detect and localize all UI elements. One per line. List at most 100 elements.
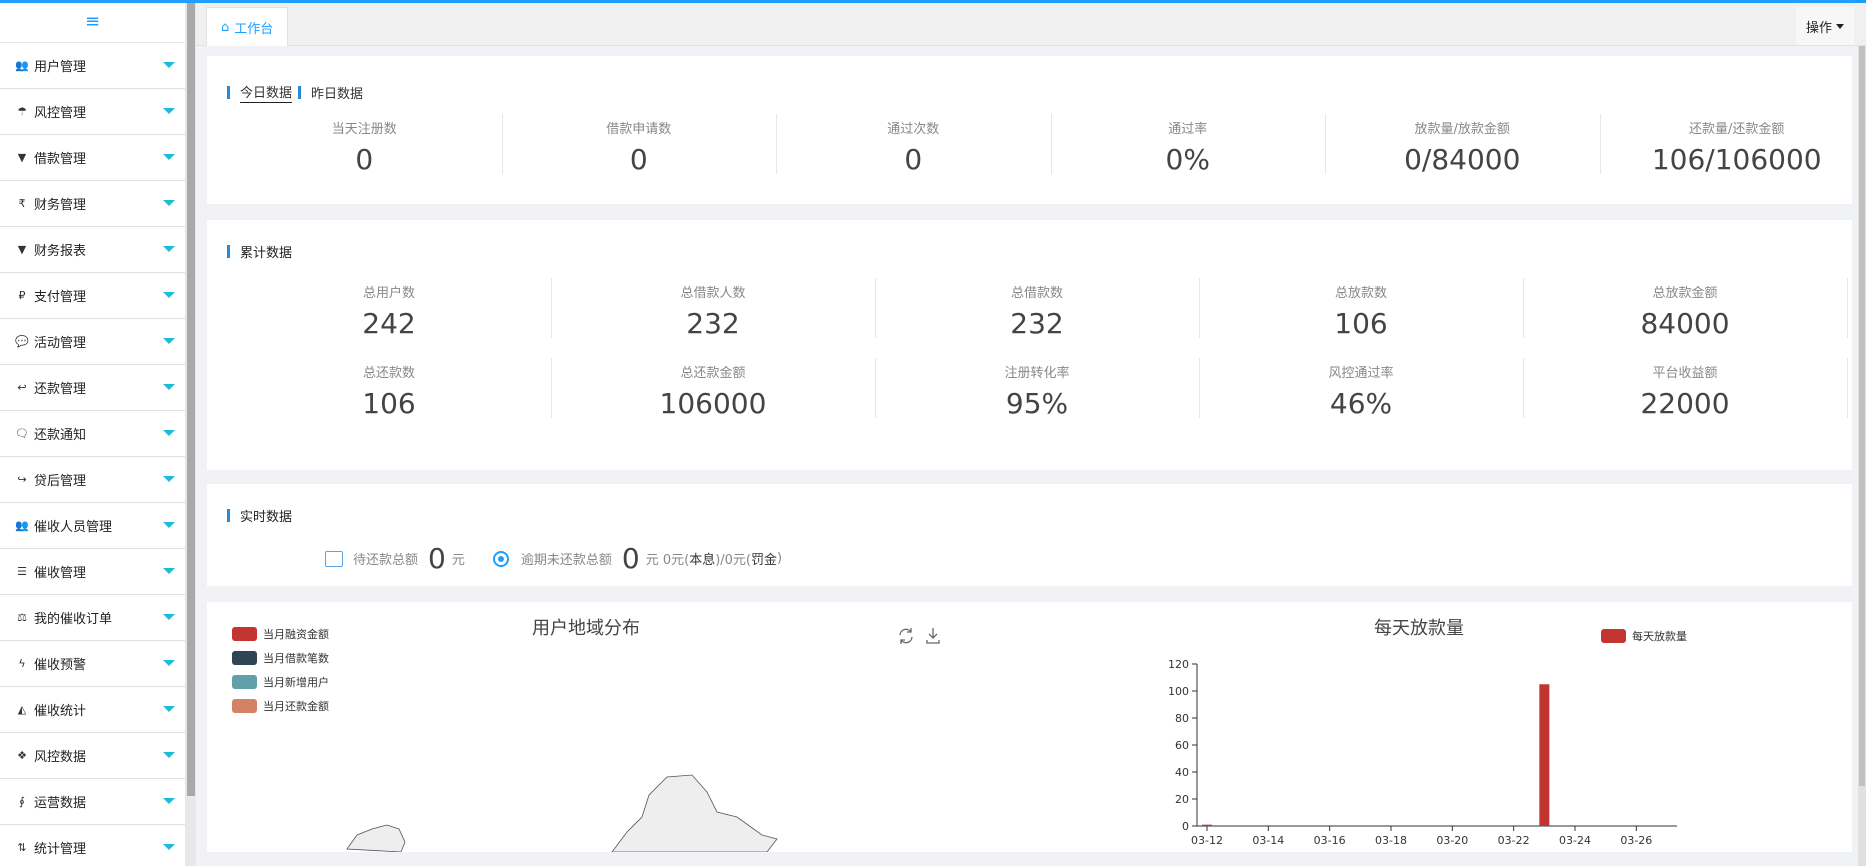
sidebar-item[interactable]: ∮ 运营数据 xyxy=(0,779,185,825)
cumulative-stat: 总借款数 232 xyxy=(875,282,1199,340)
sidebar-item[interactable]: ▼ 借款管理 xyxy=(0,135,185,181)
map-toolbox xyxy=(899,628,940,644)
sidebar-item[interactable]: 👥 用户管理 xyxy=(0,43,185,89)
sidebar-item[interactable]: ⇅ 统计管理 xyxy=(0,825,185,866)
sidebar-item-label: 催收统计 xyxy=(34,704,87,719)
sidebar-item[interactable]: ◭ 催收统计 xyxy=(0,687,185,733)
sidebar-item[interactable]: ⚖ 我的催收订单 xyxy=(0,595,185,641)
daily-loan-bar-chart: 0 20 40 60 80 100 120 03-12 03-14 03-16 03-18 03-20… xyxy=(1168,658,1677,847)
sidebar-item[interactable]: ▼ 财务报表 xyxy=(0,227,185,273)
legend-swatch xyxy=(232,651,257,665)
sidebar-item[interactable]: 🗨 还款通知 xyxy=(0,411,185,457)
stat-label: 总用户数 xyxy=(362,286,415,301)
overdue-penalty: 罚金 xyxy=(751,553,778,568)
y-tick-label: 60 xyxy=(1175,739,1189,752)
operations-dropdown[interactable]: 操作 xyxy=(1795,7,1854,45)
tab-home[interactable]: ⌂ 工作台 xyxy=(206,7,289,46)
today-stat: 放款量/放款金额 0/84000 xyxy=(1325,118,1600,176)
sidebar-item[interactable]: ↪ 贷后管理 xyxy=(0,457,185,503)
x-tick-label: 03-14 xyxy=(1252,834,1284,847)
sidebar-item[interactable]: 👥 催收人员管理 xyxy=(0,503,185,549)
realtime-row: 待还款总额 0 元 逾期未还款总额 0 元 0元(本息)/0元(罚金) xyxy=(325,542,782,575)
map-legend-label: 当月还款金额 xyxy=(263,700,329,713)
today-stat: 当天注册数 0 xyxy=(227,118,502,176)
pending-label: 待还款总额 xyxy=(353,553,419,568)
wallet-icon xyxy=(325,550,343,567)
download-icon[interactable] xyxy=(926,628,940,644)
content-scrollbar-thumb[interactable] xyxy=(1859,46,1865,786)
stat-label: 平台收益额 xyxy=(1652,366,1718,381)
stat-label: 总还款数 xyxy=(362,366,415,381)
caret-down-icon xyxy=(163,660,175,666)
stat-value: 22000 xyxy=(1640,387,1730,420)
pending-value: 0 xyxy=(428,542,446,575)
today-stat: 通过率 0% xyxy=(1051,118,1326,176)
sidebar-item[interactable]: ₹ 财务管理 xyxy=(0,181,185,227)
cumulative-stat: 平台收益额 22000 xyxy=(1523,362,1847,420)
caret-down-icon xyxy=(163,706,175,712)
sidebar-item[interactable]: 💬 活动管理 xyxy=(0,319,185,365)
sidebar-item-label: 贷后管理 xyxy=(34,474,87,489)
sidebar-item[interactable]: ↩ 还款管理 xyxy=(0,365,185,411)
y-tick-label: 100 xyxy=(1168,685,1189,698)
stat-value: 232 xyxy=(1010,307,1064,340)
map-region[interactable] xyxy=(611,774,778,852)
map-legend-item[interactable]: 当月还款金额 xyxy=(232,698,329,714)
sidebar-item-label: 支付管理 xyxy=(34,290,87,305)
china-map[interactable] xyxy=(337,757,817,852)
map-legend-label: 当月融资金额 xyxy=(263,628,329,641)
stat-label: 总还款金额 xyxy=(680,366,746,381)
stat-label: 总借款数 xyxy=(1010,286,1063,301)
caret-down-icon xyxy=(163,62,175,68)
map-title: 用户地域分布 xyxy=(532,618,640,639)
filter-icon: ▼ xyxy=(17,243,27,256)
y-tick-label: 20 xyxy=(1175,793,1189,806)
legend-swatch xyxy=(1601,629,1626,643)
map-region[interactable] xyxy=(346,824,406,852)
map-legend-label: 当月借款笔数 xyxy=(263,652,329,665)
stat-value: 242 xyxy=(362,307,416,340)
overdue-label: 逾期未还款总额 xyxy=(520,553,612,568)
map-legend-item[interactable]: 当月新增用户 xyxy=(232,674,329,690)
sidebar-item[interactable]: ❖ 风控数据 xyxy=(0,733,185,779)
tab-home-label: 工作台 xyxy=(234,21,274,37)
sidebar-scrollbar-thumb[interactable] xyxy=(187,0,195,796)
overdue-mid: )/0元( xyxy=(715,553,751,568)
operations-label: 操作 xyxy=(1805,20,1832,36)
users-icon: 👥 xyxy=(15,59,29,72)
sidebar-item-label: 催收预警 xyxy=(34,658,87,673)
tab-bar: ⌂ 工作台 操作 xyxy=(196,3,1866,46)
today-card: 今日数据 昨日数据 当天注册数 0 借款申请数 0 通过次数 0 通过率 0% 放款量/放款金额… xyxy=(207,56,1852,204)
map-legend-item[interactable]: 当月借款笔数 xyxy=(232,650,329,666)
stat-value: 106/106000 xyxy=(1651,143,1822,176)
list-icon: ☰ xyxy=(17,565,27,578)
cumulative-stat: 风控通过率 46% xyxy=(1199,362,1523,420)
sidebar: ≡ 👥 用户管理 ☂ 风控管理 ▼ 借款管理 ₹ 财务管理 ▼ 财务报表 ₽ 支付管理 💬 活动管理 ↩ 还款… xyxy=(0,0,186,866)
sidebar-item[interactable]: ☰ 催收管理 xyxy=(0,549,185,595)
caret-down-icon xyxy=(163,522,175,528)
section-bar-icon xyxy=(227,245,230,258)
stat-value: 0 xyxy=(355,143,374,176)
bar-chart-title: 每天放款量 xyxy=(1374,618,1464,639)
sidebar-item-label: 催收管理 xyxy=(34,566,87,581)
caret-down-icon xyxy=(163,338,175,344)
tab-today[interactable]: 今日数据 xyxy=(240,82,293,103)
bar-legend-item[interactable]: 每天放款量 xyxy=(1601,628,1687,644)
menu-toggle-icon[interactable]: ≡ xyxy=(0,0,185,43)
comments-icon: 🗨 xyxy=(15,427,29,440)
sidebar-item[interactable]: ₽ 支付管理 xyxy=(0,273,185,319)
refresh-icon[interactable] xyxy=(899,628,913,644)
caret-down-icon xyxy=(163,798,175,804)
sidebar-item[interactable]: ϟ 催收预警 xyxy=(0,641,185,687)
map-legend-item[interactable]: 当月融资金额 xyxy=(232,626,329,642)
x-tick-label: 03-16 xyxy=(1314,834,1346,847)
legend-swatch xyxy=(232,627,257,641)
tab-yesterday[interactable]: 昨日数据 xyxy=(311,83,363,102)
x-tick-label: 03-20 xyxy=(1436,834,1468,847)
overdue-unit: 元 0元( xyxy=(645,553,690,568)
sidebar-item-label: 催收人员管理 xyxy=(34,520,113,535)
stat-value: 232 xyxy=(686,307,740,340)
sidebar-item[interactable]: ☂ 风控管理 xyxy=(0,89,185,135)
stat-label: 当天注册数 xyxy=(331,122,397,137)
stat-label: 借款申请数 xyxy=(606,122,672,137)
